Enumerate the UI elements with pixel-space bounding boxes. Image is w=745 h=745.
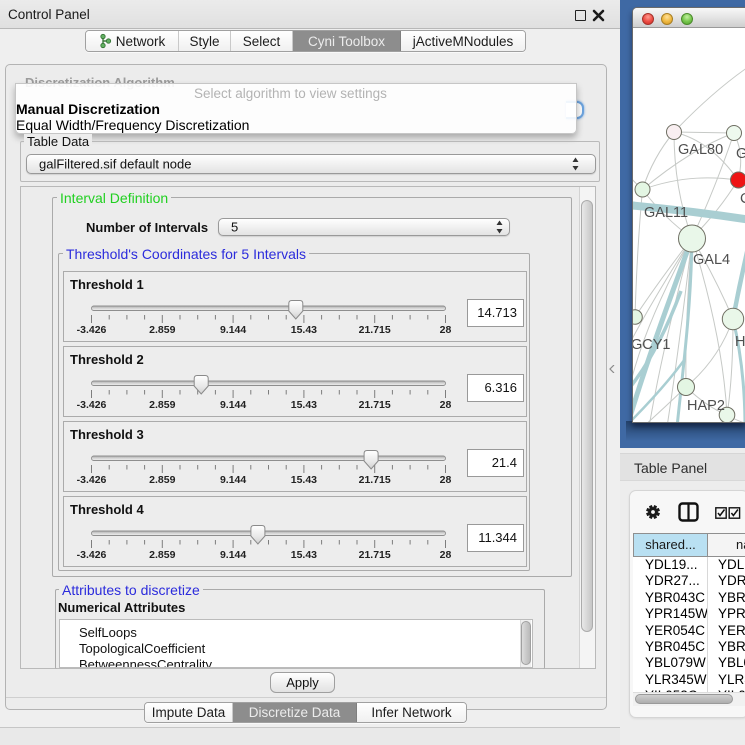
svg-text:HAP2: HAP2 [687,398,725,414]
svg-text:GCY1: GCY1 [633,337,671,353]
svg-text:C: C [740,191,745,207]
svg-text:H: H [735,334,745,350]
svg-text:GAL4: GAL4 [693,252,730,268]
svg-text:GA: GA [736,146,745,162]
svg-text:GAL80: GAL80 [678,142,723,158]
svg-text:GAL11: GAL11 [644,205,688,221]
